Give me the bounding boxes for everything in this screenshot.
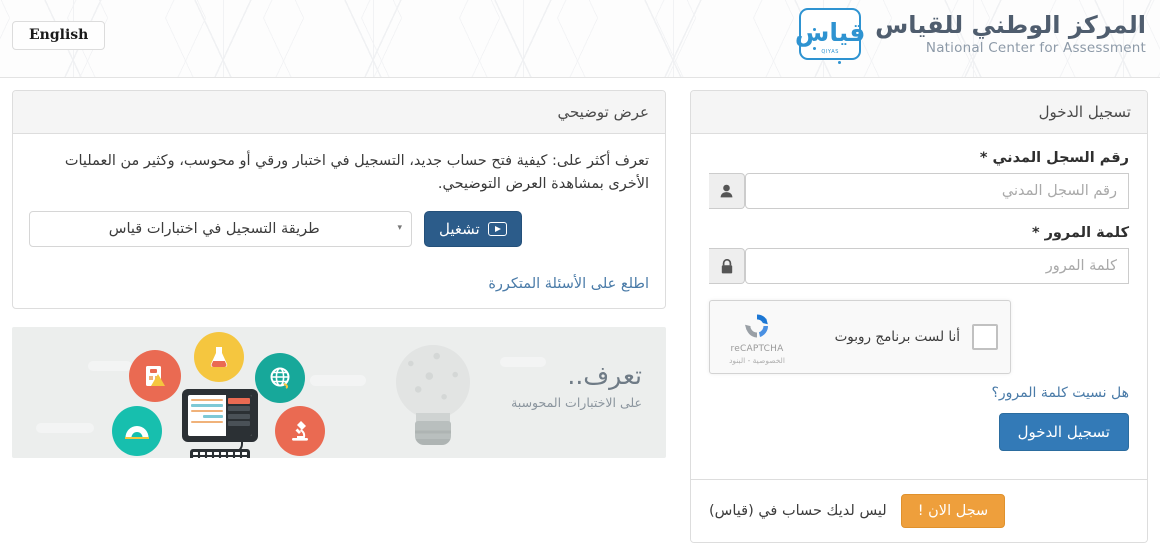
login-submit-button[interactable]: تسجيل الدخول xyxy=(998,413,1129,451)
recaptcha-icon xyxy=(740,309,774,343)
cloud-decoration xyxy=(88,360,132,371)
national-id-input[interactable] xyxy=(745,173,1129,209)
play-demo-button[interactable]: تشغيل xyxy=(424,210,522,247)
language-switch-button[interactable]: English xyxy=(12,21,106,50)
recaptcha-widget[interactable]: أنا لست برنامج روبوت reCAPTCHA الخصوصية … xyxy=(709,300,1011,374)
page-header: English المركز الوطني للقياس National Ce… xyxy=(0,0,1160,78)
logo-dots-top xyxy=(809,16,818,50)
qiyas-logo: قياس QIYAS xyxy=(795,8,865,64)
recaptcha-terms[interactable]: الخصوصية - البنود xyxy=(720,356,794,365)
login-panel-body: رقم السجل المدني * كلمة المرور * xyxy=(691,134,1147,479)
demo-description: تعرف أكثر على: كيفية فتح حساب جديد، التس… xyxy=(64,153,649,193)
lightbulb-globe xyxy=(396,344,470,419)
login-panel-footer: ليس لديك حساب في (قياس) سجل الان ! xyxy=(691,479,1147,542)
monitor-sidebar xyxy=(226,394,252,436)
password-input[interactable] xyxy=(745,248,1129,284)
recaptcha-checkbox[interactable] xyxy=(972,324,998,350)
login-panel-title: تسجيل الدخول xyxy=(691,91,1147,134)
brand-title-arabic: المركز الوطني للقياس xyxy=(875,11,1146,40)
user-icon xyxy=(709,173,745,209)
brand-text: المركز الوطني للقياس National Center for… xyxy=(875,10,1146,58)
login-button-row: تسجيل الدخول xyxy=(709,413,1129,451)
forgot-password-link[interactable]: هل نسيت كلمة المرور؟ xyxy=(991,385,1129,401)
banner-title: تعرف.. xyxy=(567,360,642,390)
demo-column: عرض توضيحي تعرف أكثر على: كيفية فتح حساب… xyxy=(0,78,678,556)
banner-text-block: تعرف.. على الاختبارات المحوسبة xyxy=(511,362,642,411)
chevron-down-icon: ▾ xyxy=(397,223,402,234)
recaptcha-brand: reCAPTCHA الخصوصية - البنود xyxy=(720,309,794,365)
brand-block: المركز الوطني للقياس National Center for… xyxy=(795,8,1146,64)
login-panel: تسجيل الدخول رقم السجل المدني * كلمة الم… xyxy=(690,90,1148,543)
password-label: كلمة المرور * xyxy=(1031,225,1129,241)
lock-icon xyxy=(709,248,745,284)
demo-controls-row: ▾ طريقة التسجيل في اختبارات قياس تشغيل xyxy=(29,210,649,247)
microscope-icon xyxy=(275,405,325,456)
faq-link[interactable]: اطلع على الأسئلة المتكررة xyxy=(488,276,649,292)
register-now-button[interactable]: سجل الان ! xyxy=(900,494,1006,528)
login-column: تسجيل الدخول رقم السجل المدني * كلمة الم… xyxy=(678,78,1160,556)
play-icon xyxy=(487,221,507,236)
cloud-decoration xyxy=(36,422,94,433)
lightbulb-icon xyxy=(390,344,476,445)
banner-subtitle: على الاختبارات المحوسبة xyxy=(511,395,642,411)
computer-monitor-icon xyxy=(182,388,258,442)
computerized-tests-banner[interactable]: تعرف.. على الاختبارات المحوسبة xyxy=(12,326,666,458)
monitor-screen xyxy=(188,394,252,436)
national-id-label: رقم السجل المدني * xyxy=(979,150,1129,166)
password-group xyxy=(709,248,1129,284)
lightbulb-base xyxy=(415,420,451,445)
national-id-group xyxy=(709,173,1129,209)
demo-panel-body: تعرف أكثر على: كيفية فتح حساب جديد، التس… xyxy=(13,134,665,308)
flask-icon xyxy=(194,331,244,382)
demo-panel-title: عرض توضيحي xyxy=(13,91,665,134)
keyboard-icon xyxy=(190,448,250,458)
logo-subtext: QIYAS xyxy=(821,49,839,55)
demo-video-selected-value: طريقة التسجيل في اختبارات قياس xyxy=(108,220,320,237)
brand-title-english: National Center for Assessment xyxy=(925,40,1146,57)
demo-video-select[interactable]: ▾ طريقة التسجيل في اختبارات قياس xyxy=(29,210,412,247)
page-body: تسجيل الدخول رقم السجل المدني * كلمة الم… xyxy=(0,78,1160,556)
cloud-decoration xyxy=(310,374,366,386)
forgot-password-row: هل نسيت كلمة المرور؟ xyxy=(709,382,1129,401)
no-account-text: ليس لديك حساب في (قياس) xyxy=(709,503,887,519)
play-button-label: تشغيل xyxy=(439,220,480,238)
protractor-icon xyxy=(112,405,162,456)
monitor-content xyxy=(188,395,226,436)
faq-row: اطلع على الأسئلة المتكررة xyxy=(29,273,649,292)
document-icon xyxy=(129,349,181,402)
demo-panel: عرض توضيحي تعرف أكثر على: كيفية فتح حساب… xyxy=(12,90,666,309)
logo-arabic-glyph: قياس xyxy=(794,18,866,47)
globe-icon xyxy=(255,352,305,403)
recaptcha-label: أنا لست برنامج روبوت xyxy=(834,329,960,345)
recaptcha-brand-name: reCAPTCHA xyxy=(730,344,784,355)
